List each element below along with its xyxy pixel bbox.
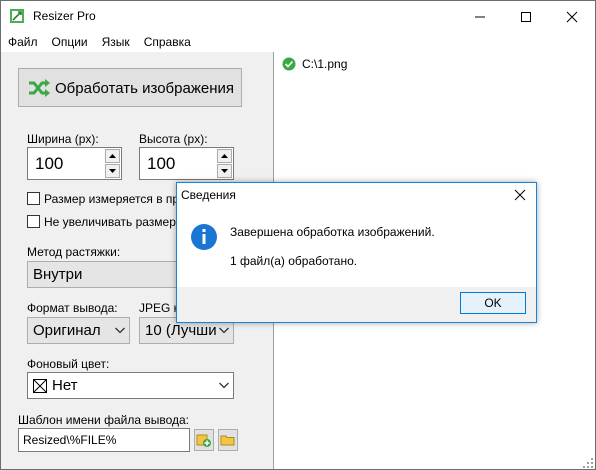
maximize-button[interactable] <box>503 1 549 32</box>
close-icon <box>566 11 578 22</box>
dialog-title-bar[interactable]: Сведения <box>177 183 536 207</box>
format-select[interactable]: Оригинал <box>27 317 130 344</box>
no-color-swatch-icon <box>33 379 47 393</box>
height-value: 100 <box>147 154 176 173</box>
bg-color-select[interactable]: Нет <box>27 372 234 399</box>
maximize-icon <box>521 11 531 22</box>
close-button[interactable] <box>549 1 595 32</box>
app-logo-icon <box>10 9 24 23</box>
minimize-button[interactable] <box>457 1 503 32</box>
jpeg-quality-value: 10 (Лучши <box>145 322 217 339</box>
ok-button[interactable]: OK <box>460 292 526 314</box>
chevron-down-icon <box>115 327 125 334</box>
insert-variable-button[interactable] <box>194 429 214 451</box>
width-down-button[interactable] <box>105 164 120 178</box>
list-item[interactable]: C:\1.png <box>282 57 347 71</box>
percent-checkbox[interactable] <box>27 192 40 205</box>
no-enlarge-checkbox[interactable] <box>27 215 40 228</box>
window-title: Resizer Pro <box>33 9 96 23</box>
file-path: C:\1.png <box>302 57 348 71</box>
template-value: Resized\%FILE% <box>23 433 117 447</box>
chevron-down-icon <box>219 327 229 334</box>
width-stepper[interactable]: 100 <box>27 147 122 180</box>
dialog-message-secondary: 1 файл(а) обработано. <box>230 254 358 268</box>
menu-options[interactable]: Опции <box>45 32 95 52</box>
menu-help[interactable]: Справка <box>137 32 198 52</box>
folder-icon <box>220 435 235 446</box>
dialog-body: Завершена обработка изображений. 1 файл(… <box>177 207 536 287</box>
resize-grip-icon[interactable] <box>582 457 594 469</box>
format-label: Формат вывода: <box>27 301 118 315</box>
main-window: Resizer Pro Файл Опции Язык Справка Обра… <box>0 0 596 470</box>
chevron-down-icon <box>219 382 229 389</box>
width-up-button[interactable] <box>105 149 120 163</box>
minimize-icon <box>475 16 485 17</box>
title-bar[interactable]: Resizer Pro <box>1 1 595 32</box>
height-down-button[interactable] <box>217 164 232 178</box>
height-stepper[interactable]: 100 <box>139 147 234 180</box>
browse-folder-button[interactable] <box>218 429 238 451</box>
arrow-down-icon <box>109 169 116 173</box>
shuffle-icon <box>29 79 50 97</box>
width-value: 100 <box>35 154 64 173</box>
width-label: Ширина (px): <box>27 132 99 146</box>
percent-checkbox-label: Размер измеряется в пр <box>44 192 180 206</box>
menu-file[interactable]: Файл <box>1 32 45 52</box>
process-images-button[interactable]: Обработать изображения <box>18 68 242 107</box>
no-enlarge-checkbox-label: Не увеличивать размер <box>44 215 176 229</box>
process-button-label: Обработать изображения <box>55 80 234 97</box>
dialog-message-primary: Завершена обработка изображений. <box>230 225 435 239</box>
bg-color-label: Фоновый цвет: <box>27 357 110 371</box>
menu-language[interactable]: Язык <box>95 32 137 52</box>
add-tag-icon <box>196 434 211 447</box>
height-up-button[interactable] <box>217 149 232 163</box>
close-icon[interactable] <box>512 187 528 203</box>
arrow-up-icon <box>221 154 228 158</box>
template-label: Шаблон имени файла вывода: <box>18 413 189 427</box>
check-circle-icon <box>282 57 296 71</box>
template-input[interactable]: Resized\%FILE% <box>18 428 190 452</box>
info-icon <box>191 224 217 250</box>
bg-color-value: Нет <box>52 377 78 394</box>
format-value: Оригинал <box>33 322 101 339</box>
stretch-label: Метод растяжки: <box>27 245 121 259</box>
height-label: Высота (px): <box>139 132 208 146</box>
menu-bar: Файл Опции Язык Справка <box>1 32 595 52</box>
dialog-title: Сведения <box>181 188 236 202</box>
arrow-up-icon <box>109 154 116 158</box>
arrow-down-icon <box>221 169 228 173</box>
info-dialog: Сведения Завершена обработка изображений… <box>176 182 537 323</box>
stretch-value: Внутри <box>33 266 83 283</box>
